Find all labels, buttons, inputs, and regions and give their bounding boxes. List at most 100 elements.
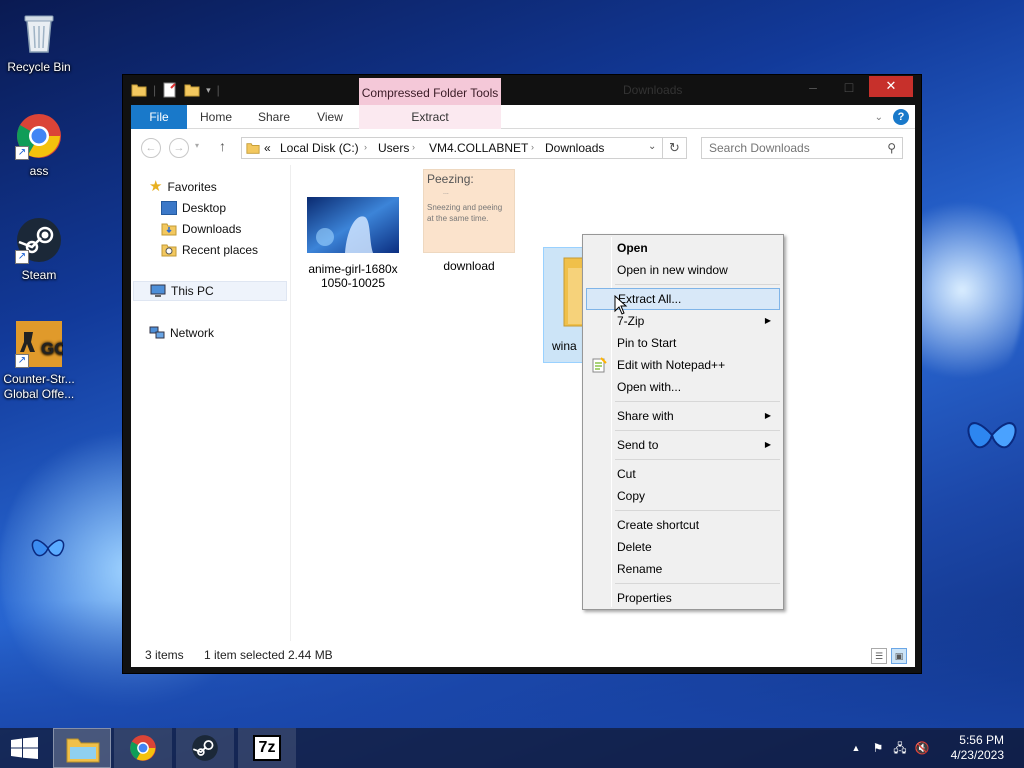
show-hidden-icons-icon[interactable]: ▲: [848, 741, 864, 755]
shortcut-arrow-icon: ↗: [15, 250, 29, 264]
tab-home[interactable]: Home: [191, 105, 241, 129]
menu-separator: [615, 430, 780, 431]
quick-access-toolbar: | ▾ |: [131, 82, 220, 98]
properties-icon[interactable]: [162, 82, 178, 98]
image-thumbnail: [307, 197, 399, 253]
nav-network[interactable]: Network: [149, 323, 214, 343]
expand-ribbon-icon[interactable]: ⌄: [875, 112, 883, 123]
csgo-icon: GO ↗: [15, 320, 67, 368]
status-bar: 3 items 1 item selected 2.44 MB ☰ ▣: [131, 641, 915, 667]
minimize-button[interactable]: –: [799, 77, 827, 97]
menu-item-cut[interactable]: Cut: [586, 463, 780, 485]
file-item-anime-girl[interactable]: anime-girl-1680x 1050-10025: [301, 197, 405, 290]
desktop-icon-chrome[interactable]: ↗ ass: [1, 112, 77, 179]
desktop-icon-label: Counter-Str... Global Offe...: [3, 372, 75, 401]
desktop-icon-csgo[interactable]: GO ↗ Counter-Str... Global Offe...: [1, 320, 77, 402]
menu-item-send-to[interactable]: Send to ▶: [586, 434, 780, 456]
volume-muted-icon[interactable]: 🔇: [914, 741, 930, 755]
menu-item-properties[interactable]: Properties: [586, 587, 780, 609]
close-button[interactable]: ✕: [869, 76, 913, 97]
menu-item-delete[interactable]: Delete: [586, 536, 780, 558]
nav-recent-places[interactable]: Recent places: [161, 240, 258, 260]
desktop-icon-steam[interactable]: ↗ Steam: [1, 216, 77, 283]
menu-item-create-shortcut[interactable]: Create shortcut: [586, 514, 780, 536]
menu-item-open[interactable]: Open: [586, 237, 780, 259]
system-tray: ▲ ⚑ 🖧 🔇 5:56 PM 4/23/2023: [844, 728, 1024, 768]
up-arrow-icon[interactable]: ↑: [219, 138, 226, 154]
menu-item-share-with[interactable]: Share with ▶: [586, 405, 780, 427]
chrome-icon: ↗: [15, 112, 63, 160]
taskbar-7zip[interactable]: 7z: [238, 728, 296, 768]
folder-icon: [131, 84, 147, 97]
search-input[interactable]: [709, 138, 879, 158]
desktop-icon-recycle-bin[interactable]: Recycle Bin: [1, 8, 77, 75]
file-name: 1050-10025: [320, 276, 386, 290]
address-bar[interactable]: « Local Disk (C:) › Users › VM4.COLLABNE…: [241, 137, 663, 159]
address-dropdown-icon[interactable]: ⌄: [648, 141, 656, 152]
nav-favorites[interactable]: ★ Favorites: [149, 177, 217, 197]
desktop-icon-label: ass: [29, 164, 49, 178]
help-icon[interactable]: ?: [893, 109, 909, 125]
selection-count: 1 item selected: [204, 648, 285, 662]
butterfly-graphic: [967, 422, 1017, 449]
tab-share[interactable]: Share: [249, 105, 299, 129]
menu-item-open-with[interactable]: Open with...: [586, 376, 780, 398]
menu-separator: [615, 510, 780, 511]
network-icon: [149, 326, 165, 339]
new-folder-icon[interactable]: [184, 82, 200, 98]
menu-separator: [615, 401, 780, 402]
search-box[interactable]: ⚲: [701, 137, 903, 159]
menu-item-copy[interactable]: Copy: [586, 485, 780, 507]
windows-logo-icon: [11, 737, 38, 759]
image-thumbnail: Peezing: ... Sneezing and peeing at the …: [423, 169, 515, 253]
file-explorer-icon: [66, 738, 100, 763]
notepad-plus-plus-icon: [592, 357, 607, 373]
action-center-flag-icon[interactable]: ⚑: [870, 741, 886, 755]
clock[interactable]: 5:56 PM 4/23/2023: [951, 733, 1004, 763]
breadcrumb-user-folder[interactable]: VM4.COLLABNET: [429, 141, 528, 155]
maximize-button[interactable]: □: [835, 77, 863, 97]
search-icon[interactable]: ⚲: [887, 141, 896, 155]
navigation-pane: ★ Favorites Desktop Downloads Recent pla…: [131, 165, 291, 641]
star-icon: ★: [149, 178, 163, 195]
menu-separator: [615, 583, 780, 584]
tab-extract[interactable]: Extract: [359, 105, 501, 129]
taskbar-file-explorer[interactable]: [53, 728, 111, 768]
menu-item-pin-to-start[interactable]: Pin to Start: [586, 332, 780, 354]
back-button[interactable]: ←: [141, 138, 161, 158]
taskbar-chrome[interactable]: [114, 728, 172, 768]
nav-this-pc[interactable]: This PC: [133, 281, 287, 301]
nav-downloads[interactable]: Downloads: [161, 219, 241, 239]
taskbar-steam[interactable]: [176, 728, 234, 768]
breadcrumb-prefix[interactable]: «: [264, 141, 271, 155]
large-icons-view-icon[interactable]: ▣: [891, 648, 907, 664]
contextual-tab-group: Compressed Folder Tools: [359, 78, 501, 105]
butterfly-graphic: [31, 539, 65, 557]
tab-file[interactable]: File: [131, 105, 187, 129]
menu-item-open-new-window[interactable]: Open in new window: [586, 259, 780, 281]
nav-desktop[interactable]: Desktop: [161, 198, 226, 218]
breadcrumb-separator: ›: [364, 142, 367, 152]
forward-button[interactable]: →: [169, 138, 189, 158]
chevron-down-icon[interactable]: ▾: [206, 85, 211, 96]
details-view-icon[interactable]: ☰: [871, 648, 887, 664]
breadcrumb-local-disk[interactable]: Local Disk (C:): [280, 141, 359, 155]
menu-item-edit-notepadpp[interactable]: Edit with Notepad++: [586, 354, 780, 376]
menu-item-rename[interactable]: Rename: [586, 558, 780, 580]
recent-locations-icon[interactable]: ▾: [195, 141, 199, 150]
selection-size: 2.44 MB: [288, 648, 333, 662]
tab-view[interactable]: View: [305, 105, 355, 129]
menu-separator: [615, 284, 780, 285]
breadcrumb-downloads[interactable]: Downloads: [545, 141, 604, 155]
start-button[interactable]: [0, 728, 58, 768]
shortcut-arrow-icon: ↗: [15, 146, 29, 160]
title-bar[interactable]: | ▾ | Compressed Folder Tools Downloads …: [123, 75, 921, 105]
refresh-button[interactable]: ↻: [663, 137, 687, 159]
network-status-icon[interactable]: 🖧: [892, 741, 908, 755]
menu-separator: [615, 459, 780, 460]
submenu-arrow-icon: ▶: [764, 316, 771, 325]
downloads-folder-icon: [161, 223, 177, 236]
file-item-download[interactable]: Peezing: ... Sneezing and peeing at the …: [417, 169, 521, 273]
svg-text:GO: GO: [41, 339, 63, 358]
breadcrumb-users[interactable]: Users: [378, 141, 409, 155]
